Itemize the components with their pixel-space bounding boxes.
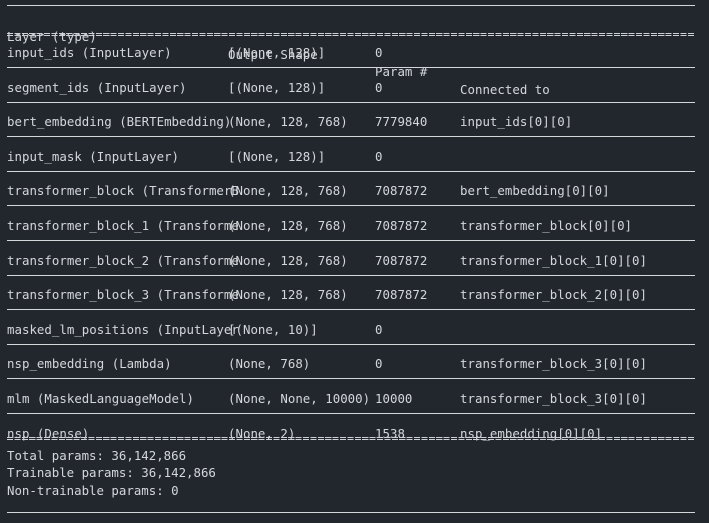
totals-line: Total params: 36,142,866: [7, 448, 187, 463]
cell-layer-name: mlm (MaskedLanguageModel): [7, 391, 194, 406]
cell-param-count: 7087872: [375, 218, 428, 233]
cell-output-shape: (None, 128, 768): [228, 218, 348, 233]
row-separator-rule: [7, 136, 695, 138]
row-separator-rule: [7, 205, 695, 207]
cell-param-count: 7087872: [375, 252, 428, 268]
cell-output-shape: [(None, 10)]: [228, 321, 318, 337]
cell-layer-name: segment_ids (InputLayer): [7, 79, 187, 95]
cell-connected-to: transformer_block_1[0][0]: [460, 252, 647, 268]
cell-connected-to: transformer_block_3[0][0]: [460, 391, 647, 406]
cell-connected-to: transformer_block[0][0]: [460, 218, 633, 233]
row-separator-rule: [7, 309, 695, 311]
cell-layer-name: transformer_block_1 (Transforme: [7, 218, 239, 233]
row-separator-rule: [7, 343, 695, 345]
totals-line: Trainable params: 36,142,866: [7, 465, 216, 481]
cell-param-count: 0: [375, 148, 383, 164]
cell-param-count: 7087872: [375, 183, 428, 199]
cell-param-count: 10000: [375, 391, 413, 406]
header-double-rule: [7, 33, 695, 37]
row-separator-rule: [7, 101, 695, 103]
totals-line: Non-trainable params: 0: [7, 482, 179, 498]
cell-output-shape: (None, 128, 768): [228, 114, 348, 130]
cell-layer-name: input_ids (InputLayer): [7, 45, 172, 60]
cell-layer-name: transformer_block_2 (Transforme: [7, 252, 239, 268]
cell-connected-to: input_ids[0][0]: [460, 114, 573, 130]
row-separator-rule: [7, 67, 695, 68]
cell-layer-name: transformer_block (TransformerB: [7, 183, 239, 199]
cell-param-count: 0: [375, 356, 383, 372]
row-separator-rule: [7, 274, 695, 276]
cell-output-shape: (None, 768): [228, 356, 311, 372]
cell-layer-name: input_mask (InputLayer): [7, 148, 180, 164]
cell-param-count: 0: [375, 79, 383, 95]
cell-param-count: 0: [375, 45, 383, 60]
totals-double-rule: [7, 437, 695, 441]
row-separator-rule: [7, 170, 695, 172]
cell-layer-name: bert_embedding (BERTEmbedding): [7, 114, 232, 130]
cell-output-shape: (None, 128, 768): [228, 252, 348, 268]
cell-param-count: 7087872: [375, 287, 428, 303]
row-separator-rule: [7, 378, 695, 380]
cell-connected-to: transformer_block_3[0][0]: [460, 356, 647, 372]
row-separator-rule: [7, 240, 695, 241]
cell-param-count: 7779840: [375, 114, 428, 130]
cell-output-shape: [(None, 128)]: [228, 148, 326, 164]
row-separator-rule: [7, 413, 695, 414]
cell-output-shape: [(None, 128)]: [228, 79, 326, 95]
cell-output-shape: [(None, 128)]: [228, 45, 326, 60]
cell-output-shape: (None, 128, 768): [228, 183, 348, 199]
cell-layer-name: nsp_embedding (Lambda): [7, 356, 172, 372]
column-header-connected: Connected to: [460, 81, 550, 97]
cell-connected-to: transformer_block_2[0][0]: [460, 287, 647, 303]
cell-layer-name: masked_lm_positions (InputLayer: [7, 321, 239, 337]
cell-output-shape: (None, 128, 768): [228, 287, 348, 303]
top-rule: [7, 5, 695, 6]
cell-param-count: 0: [375, 321, 383, 337]
cell-connected-to: bert_embedding[0][0]: [460, 183, 610, 199]
column-header-param: Param #: [375, 64, 428, 80]
model-summary-output: Layer (type) Output Shape Param # Connec…: [0, 0, 709, 523]
table-header-row: Layer (type) Output Shape Param # Connec…: [7, 11, 707, 115]
cell-output-shape: (None, None, 10000): [228, 391, 371, 406]
cell-layer-name: transformer_block_3 (Transforme: [7, 287, 239, 303]
bottom-rule: [7, 512, 695, 513]
